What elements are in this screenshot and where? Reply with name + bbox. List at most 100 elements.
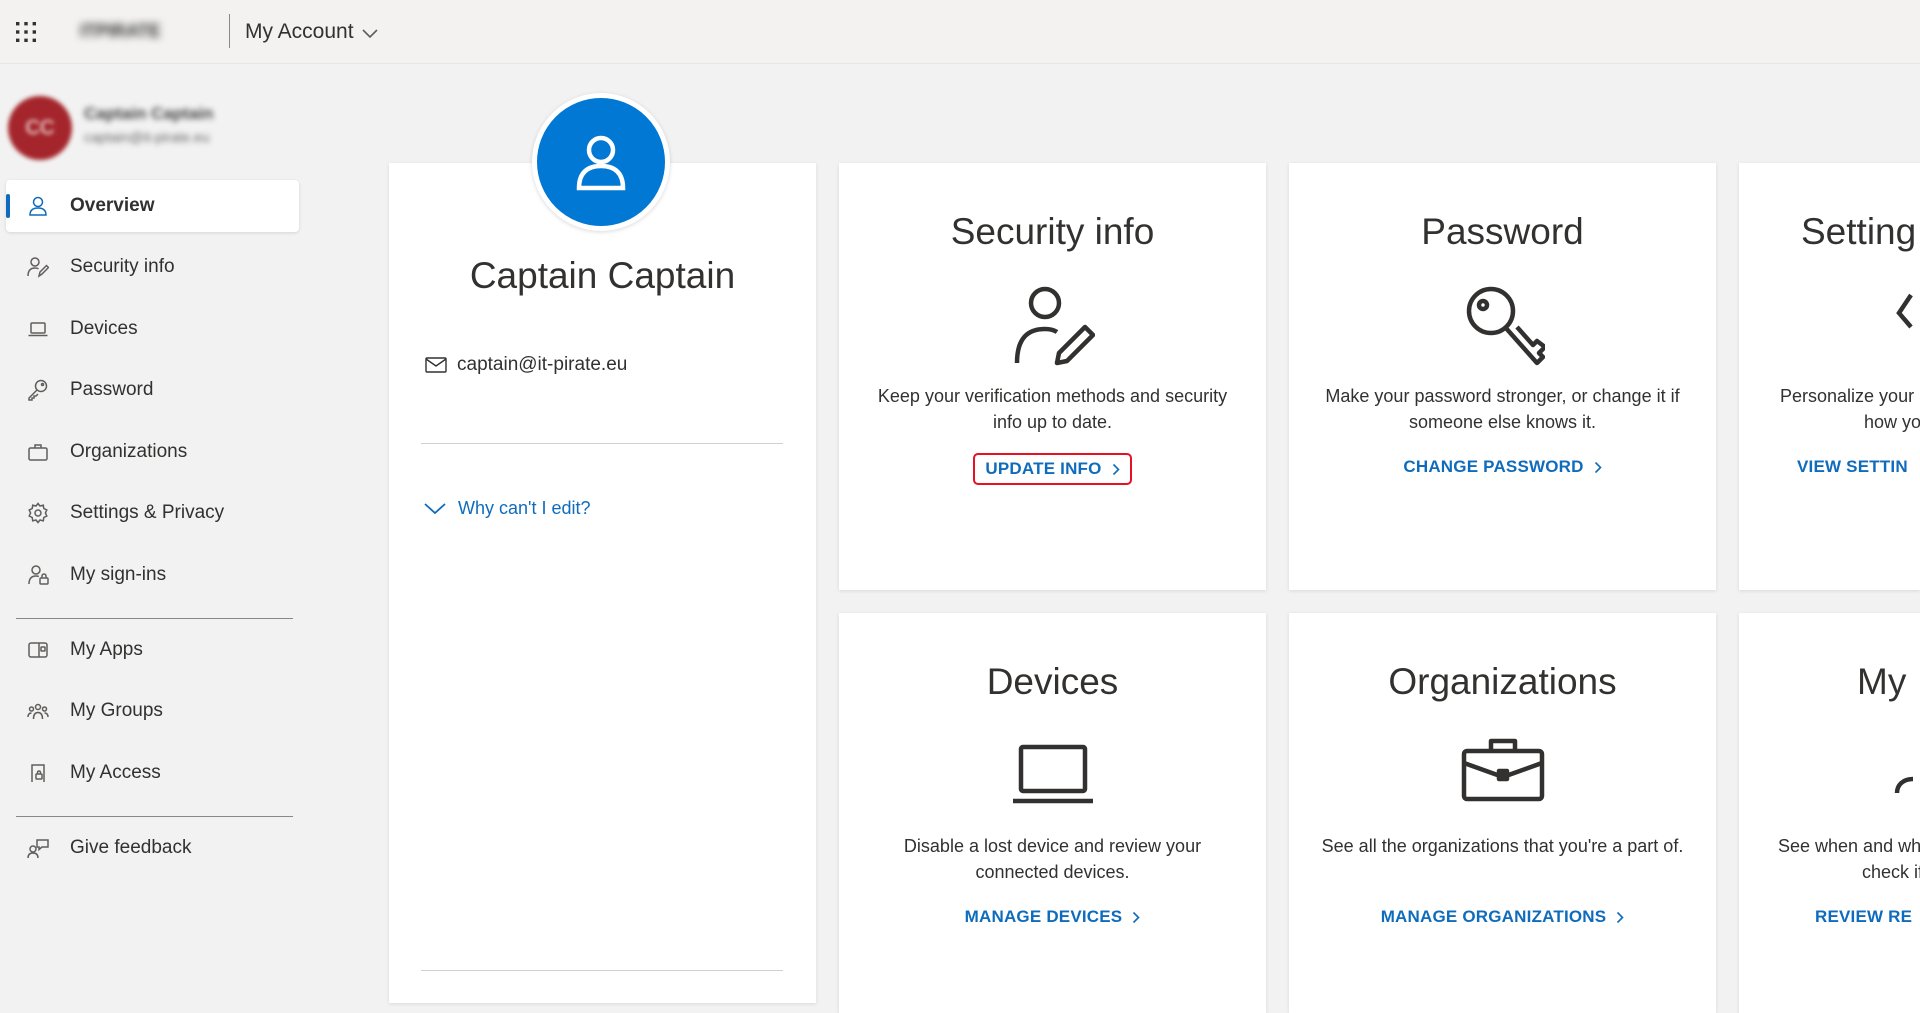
- sidebar-item-my-apps[interactable]: My Apps: [6, 624, 299, 676]
- top-bar: ITPIRATE My Account: [0, 0, 1920, 64]
- sidebar-item-my-access[interactable]: My Access: [6, 747, 299, 799]
- sidebar-item-overview[interactable]: Overview: [6, 180, 299, 232]
- tile-description-line: how yo: [1864, 412, 1920, 432]
- sidebar-item-settings-privacy[interactable]: Settings & Privacy: [6, 487, 299, 539]
- sidebar-item-give-feedback[interactable]: Give feedback: [6, 822, 299, 874]
- profile-divider: [421, 970, 783, 971]
- profile-name: Captain Captain: [469, 255, 736, 296]
- tile-description: Keep your verification methods and secur…: [877, 386, 1228, 432]
- gear-icon: [1889, 283, 1920, 372]
- manage-organizations-link[interactable]: MANAGE ORGANIZATIONS: [1289, 903, 1716, 931]
- tile-title: Setting: [1801, 211, 1917, 252]
- my-account-menu[interactable]: My Account: [245, 18, 378, 46]
- key-icon: [1461, 283, 1547, 372]
- profile-divider: [421, 443, 783, 444]
- sidebar-item-label: Organizations: [70, 441, 188, 462]
- devices-tile: Devices Disable a lost device and review…: [839, 613, 1266, 1013]
- sidebar-item-organizations[interactable]: Organizations: [6, 426, 299, 478]
- chevron-right-icon: [1133, 911, 1140, 923]
- sidebar-item-label: My sign-ins: [70, 564, 167, 585]
- sidebar-item-devices[interactable]: Devices: [6, 303, 299, 355]
- tile-description-line: See when and wh: [1778, 836, 1920, 856]
- gear-icon: [26, 501, 50, 525]
- person-lock-icon: [1889, 763, 1920, 808]
- password-tile: Password Make your password stronger, or…: [1289, 163, 1716, 590]
- tile-title: Organizations: [1388, 661, 1617, 702]
- tile-title: Devices: [986, 661, 1119, 702]
- sidebar-item-label: Overview: [70, 195, 155, 216]
- sidebar-item-security-info[interactable]: Security info: [6, 241, 299, 293]
- chevron-down-icon: [424, 502, 446, 514]
- topbar-divider: [229, 14, 230, 48]
- change-password-link[interactable]: CHANGE PASSWORD: [1289, 453, 1716, 481]
- chevron-right-icon: [1112, 463, 1120, 475]
- chevron-right-icon: [1617, 911, 1624, 923]
- tile-description: See all the organizations that you're a …: [1321, 836, 1684, 856]
- tile-link-label: REVIEW RE: [1815, 907, 1913, 926]
- sidebar-item-my-groups[interactable]: My Groups: [6, 685, 299, 737]
- tile-description: Disable a lost device and review your co…: [903, 836, 1202, 882]
- profile-email-text: captain@it-pirate.eu: [457, 354, 628, 375]
- sidebar-divider: [16, 618, 293, 619]
- manage-devices-link[interactable]: MANAGE DEVICES: [839, 903, 1266, 931]
- tile-link-label: CHANGE PASSWORD: [1403, 457, 1584, 476]
- sidebar-item-label: Security info: [70, 256, 175, 277]
- briefcase-icon: [1461, 737, 1545, 808]
- sidebar-item-label: My Access: [70, 762, 161, 783]
- review-recent-activity-link[interactable]: REVIEW RE: [1739, 903, 1920, 931]
- tile-description: See when and wh check if any: [1778, 833, 1920, 885]
- update-info-button[interactable]: UPDATE INFO: [973, 453, 1132, 485]
- feedback-icon: [26, 836, 50, 860]
- tile-title: Security info: [950, 211, 1155, 252]
- chevron-down-icon: [361, 28, 378, 38]
- app-title: My Account: [245, 20, 354, 43]
- sidebar-item-label: Devices: [70, 318, 138, 339]
- avatar: CC: [8, 96, 72, 160]
- tile-link-label: MANAGE ORGANIZATIONS: [1380, 907, 1607, 926]
- profile-avatar: [532, 93, 670, 231]
- mail-icon: [425, 357, 447, 373]
- tile-title: Password: [1421, 211, 1584, 252]
- tile-link-label: MANAGE DEVICES: [964, 907, 1123, 926]
- sidebar-item-label: Give feedback: [70, 837, 192, 858]
- settings-privacy-tile: Setting Personalize your how yo VIEW SET…: [1739, 163, 1920, 590]
- sidebar-item-password[interactable]: Password: [6, 364, 299, 416]
- why-cant-i-edit-link[interactable]: Why can't I edit?: [424, 498, 591, 519]
- key-icon: [26, 378, 50, 402]
- update-info-link[interactable]: UPDATE INFO: [839, 453, 1266, 485]
- user-name: Captain Captain: [84, 104, 214, 123]
- tile-description: Personalize your how yo: [1780, 383, 1920, 435]
- app-launcher-icon[interactable]: [14, 20, 38, 44]
- sidebar-divider: [16, 816, 293, 817]
- organization-logo: ITPIRATE: [80, 21, 161, 41]
- sidebar-item-label: Password: [70, 379, 154, 400]
- view-settings-link[interactable]: VIEW SETTIN: [1739, 453, 1920, 481]
- person-icon: [26, 194, 50, 218]
- tile-title: My: [1857, 661, 1907, 702]
- person-pen-icon: [26, 255, 50, 279]
- apps-icon: [26, 638, 50, 662]
- tile-description-line: check if any: [1862, 862, 1920, 882]
- person-icon: [576, 135, 626, 191]
- organizations-tile: Organizations See all the organizations …: [1289, 613, 1716, 1013]
- user-account-block[interactable]: CC Captain Captain captain@it-pirate.eu: [8, 96, 298, 160]
- security-info-tile: Security info Keep your verification met…: [839, 163, 1266, 590]
- profile-email: captain@it-pirate.eu: [425, 354, 627, 376]
- my-sign-ins-tile: My See when and wh check if any REVIEW R…: [1739, 613, 1920, 1013]
- user-email: captain@it-pirate.eu: [84, 129, 210, 145]
- person-lock-icon: [26, 563, 50, 587]
- tile-description: Make your password stronger, or change i…: [1325, 386, 1680, 432]
- laptop-icon: [26, 317, 50, 341]
- person-pen-icon: [1011, 283, 1095, 372]
- tile-link-label: VIEW SETTIN: [1797, 457, 1908, 476]
- groups-icon: [26, 699, 50, 723]
- briefcase-icon: [26, 440, 50, 464]
- sidebar-item-label: My Apps: [70, 639, 143, 660]
- sidebar-item-my-sign-ins[interactable]: My sign-ins: [6, 549, 299, 601]
- chevron-right-icon: [1594, 461, 1602, 473]
- tile-description-line: Personalize your: [1780, 386, 1915, 406]
- tile-link-label: UPDATE INFO: [985, 459, 1102, 478]
- laptop-icon: [1011, 743, 1095, 812]
- sidebar-item-label: Settings & Privacy: [70, 502, 225, 523]
- sidebar-item-label: My Groups: [70, 700, 163, 721]
